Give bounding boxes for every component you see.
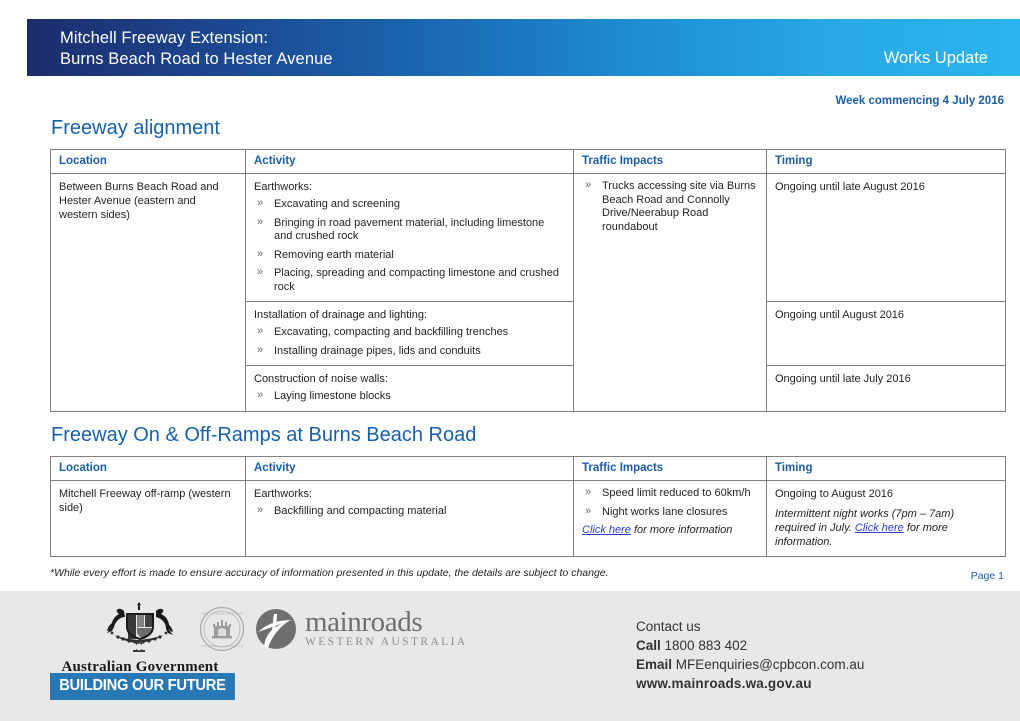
table-header-row: Location Activity Traffic Impacts Timing: [50, 456, 1006, 481]
activity-lead: Installation of drainage and lighting:: [254, 309, 428, 321]
table-row: Mitchell Freeway off-ramp (western side)…: [50, 480, 1006, 557]
list-item: Bringing in road pavement material, incl…: [254, 216, 565, 244]
column-header-activity: Activity: [245, 456, 574, 481]
page-number: Page 1: [970, 570, 1004, 582]
timing-text: Ongoing until late August 2016: [775, 181, 925, 193]
table-row: Between Burns Beach Road and Hester Aven…: [50, 173, 1006, 412]
timing-cell: Ongoing until August 2016: [766, 301, 1006, 366]
contact-block: Contact us Call 1800 883 402 Email MFEen…: [636, 617, 864, 693]
coat-of-arms-icon: [107, 602, 173, 652]
timing-text: Ongoing to August 2016: [775, 488, 894, 500]
mainroads-wordmark: mainroads WESTERN AUSTRALIA: [305, 606, 468, 649]
call-label: Call: [636, 638, 661, 653]
mainroads-logo: mainroads WESTERN AUSTRALIA: [255, 608, 468, 650]
activity-bullet-list: Excavating, compacting and backfilling t…: [254, 325, 565, 359]
building-our-future-banner: BUILDING OUR FUTURE: [50, 673, 235, 700]
svg-text:THE GOVERNMENT OF: THE GOVERNMENT OF: [200, 612, 243, 616]
traffic-note-rest: for more information: [630, 524, 733, 536]
activity-bullet-list: Laying limestone blocks: [254, 389, 565, 404]
activity-lead: Earthworks:: [254, 181, 313, 193]
activity-lead: Construction of noise walls:: [254, 373, 388, 385]
location-cell: Between Burns Beach Road and Hester Aven…: [50, 173, 246, 412]
column-header-activity: Activity: [245, 149, 574, 174]
timing-note: Intermittent night works (7pm – 7am) req…: [775, 507, 997, 549]
traffic-impacts-bullet-list: Speed limit reduced to 60km/h Night work…: [582, 486, 758, 520]
list-item: Night works lane closures: [582, 505, 758, 520]
week-commencing-label: Week commencing 4 July 2016: [835, 95, 1004, 107]
table-header-row: Location Activity Traffic Impacts Timing: [50, 149, 1006, 174]
activity-cell: Installation of drainage and lighting: E…: [245, 301, 574, 366]
contact-heading: Contact us: [636, 619, 701, 634]
column-header-traffic-impacts: Traffic Impacts: [573, 149, 767, 174]
activity-cell: Construction of noise walls: Laying lime…: [245, 365, 574, 412]
website-link[interactable]: www.mainroads.wa.gov.au: [636, 674, 864, 693]
disclaimer-text: *While every effort is made to ensure ac…: [50, 567, 609, 579]
contact-phone-row: Call 1800 883 402: [636, 636, 864, 655]
traffic-impacts-bullet-list: Trucks accessing site via Burns Beach Ro…: [582, 179, 758, 234]
activity-cell: Earthworks: Backfilling and compacting m…: [245, 480, 574, 557]
list-item: Speed limit reduced to 60km/h: [582, 486, 758, 501]
column-header-location: Location: [50, 149, 246, 174]
email-label: Email: [636, 657, 673, 672]
activity-bullet-list: Excavating and screening Bringing in roa…: [254, 197, 565, 294]
mainroads-name: mainroads: [305, 606, 423, 638]
on-off-ramps-table: Location Activity Traffic Impacts Timing…: [50, 456, 1006, 557]
location-text: Mitchell Freeway off-ramp (western side): [59, 488, 231, 514]
list-item: Trucks accessing site via Burns Beach Ro…: [582, 179, 758, 234]
document-title-line-1: Mitchell Freeway Extension:: [60, 29, 269, 47]
column-header-timing: Timing: [766, 149, 1006, 174]
column-header-timing: Timing: [766, 456, 1006, 481]
list-item: Backfilling and compacting material: [254, 504, 565, 519]
column-header-traffic-impacts: Traffic Impacts: [573, 456, 767, 481]
traffic-impacts-cell: Trucks accessing site via Burns Beach Ro…: [573, 173, 767, 412]
mainroads-subtitle: WESTERN AUSTRALIA: [305, 636, 468, 648]
location-cell: Mitchell Freeway off-ramp (western side): [50, 480, 246, 557]
timing-cell: Ongoing until late August 2016: [766, 173, 1006, 302]
list-item: Installing drainage pipes, lids and cond…: [254, 344, 565, 359]
activity-lead: Earthworks:: [254, 488, 313, 500]
list-item: Excavating, compacting and backfilling t…: [254, 325, 565, 340]
mainroads-swoosh-icon: [256, 609, 296, 649]
activity-cell: Earthworks: Excavating and screening Bri…: [245, 173, 574, 302]
activity-bullet-list: Backfilling and compacting material: [254, 504, 565, 519]
list-item: Laying limestone blocks: [254, 389, 565, 404]
click-here-link-traffic[interactable]: Click here: [582, 524, 631, 536]
list-item: Excavating and screening: [254, 197, 565, 212]
click-here-link-timing[interactable]: Click here: [855, 522, 904, 534]
traffic-impacts-cell: Speed limit reduced to 60km/h Night work…: [573, 480, 767, 557]
svg-text:WESTERN AUSTRALIA: WESTERN AUSTRALIA: [201, 644, 244, 648]
column-header-location: Location: [50, 456, 246, 481]
freeway-alignment-table: Location Activity Traffic Impacts Timing…: [50, 149, 1006, 412]
email-value[interactable]: MFEenquiries@cpbcon.com.au: [676, 657, 865, 672]
timing-text: Ongoing until late July 2016: [775, 373, 911, 385]
call-value: 1800 883 402: [664, 638, 748, 653]
section-heading-freeway-alignment: Freeway alignment: [51, 117, 220, 139]
document-title: Mitchell Freeway Extension: Burns Beach …: [60, 28, 333, 70]
list-item: Placing, spreading and compacting limest…: [254, 266, 565, 294]
works-update-label: Works Update: [883, 49, 988, 67]
document-title-line-2: Burns Beach Road to Hester Avenue: [60, 50, 333, 68]
section-heading-on-off-ramps: Freeway On & Off-Ramps at Burns Beach Ro…: [51, 424, 477, 446]
contact-email-row: Email MFEenquiries@cpbcon.com.au: [636, 655, 864, 674]
timing-text: Ongoing until August 2016: [775, 309, 905, 321]
timing-cell: Ongoing until late July 2016: [766, 365, 1006, 412]
traffic-impacts-note: Click here for more information: [582, 523, 758, 537]
location-text: Between Burns Beach Road and Hester Aven…: [59, 181, 219, 221]
wa-government-seal-icon: THE GOVERNMENT OF WESTERN AUSTRALIA: [199, 606, 245, 652]
list-item: Removing earth material: [254, 248, 565, 263]
timing-cell: Ongoing to August 2016 Intermittent nigh…: [766, 480, 1006, 557]
